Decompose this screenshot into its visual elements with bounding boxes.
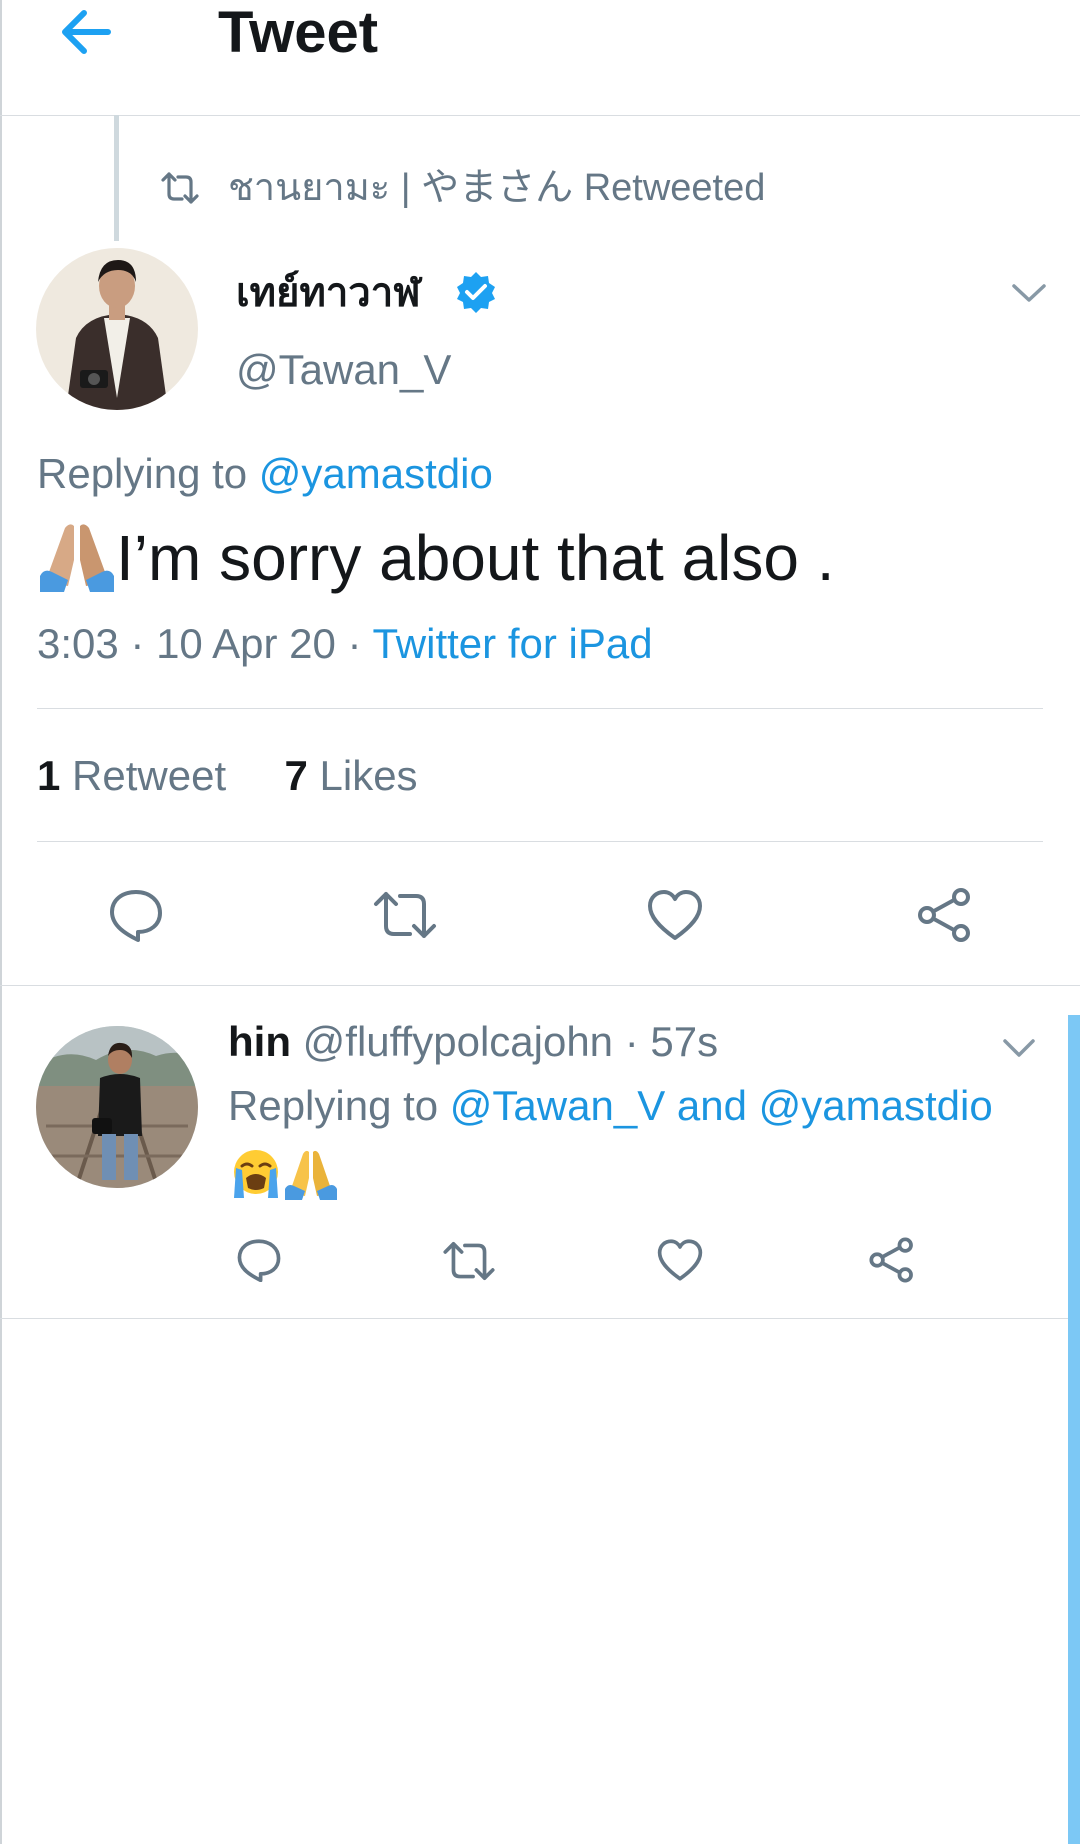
retweets-count: 1 (37, 752, 61, 799)
retweets-label: Retweet (72, 752, 227, 799)
reply-replying-prefix: Replying to (228, 1082, 439, 1129)
author-handle[interactable]: @Tawan_V (236, 344, 451, 396)
thread-line (114, 115, 119, 241)
retweet-icon (443, 1241, 495, 1281)
tweet-time[interactable]: 3:03 · 10 Apr 20 · (37, 620, 362, 667)
loudly-crying-face-icon (234, 1150, 278, 1198)
likes-stat[interactable]: 7 Likes (284, 752, 417, 799)
like-button[interactable] (646, 888, 704, 942)
reply-avatar[interactable] (36, 1026, 198, 1188)
window-edge (0, 0, 2, 1844)
retweet-icon (374, 892, 436, 938)
likes-label: Likes (319, 752, 418, 799)
scroll-indicator (1068, 1015, 1080, 1844)
reply-button[interactable] (108, 888, 164, 942)
reply-icon (237, 1239, 281, 1282)
reply-icon (110, 890, 162, 942)
replying-to-line: Replying to @yamastdio (37, 448, 493, 500)
retweet-context-text[interactable]: ชานยามะ | やまさん Retweeted (228, 164, 765, 212)
retweet-icon (160, 172, 200, 204)
arrow-left-icon (62, 10, 111, 54)
chevron-down-icon[interactable] (1001, 1036, 1037, 1060)
reply-header: hin @fluffypolcajohn · 57s (228, 1016, 718, 1068)
retweets-stat[interactable]: 1 Retweet (37, 752, 226, 799)
mention-link[interactable]: @yamastdio (759, 1082, 993, 1129)
tweet-body-text: I’m sorry about that also . (116, 522, 835, 594)
reply-author-handle[interactable]: @fluffypolcajohn (303, 1018, 613, 1065)
and-word: and (676, 1082, 747, 1129)
divider (0, 985, 1080, 986)
engagement-counts: 1 Retweet 7 Likes (37, 750, 418, 802)
divider (37, 841, 1043, 842)
share-button[interactable] (916, 886, 974, 944)
divider (37, 708, 1043, 709)
reply-reply-button[interactable] (236, 1238, 282, 1282)
replying-prefix: Replying to (37, 450, 248, 497)
like-icon (657, 1239, 703, 1281)
tweet-meta: 3:03 · 10 Apr 20 · Twitter for iPad (37, 618, 653, 670)
likes-count: 7 (284, 752, 308, 799)
folded-hands-icon (285, 1150, 338, 1200)
mention-link[interactable]: @Tawan_V (450, 1082, 665, 1129)
reply-text (230, 1148, 338, 1204)
share-icon (918, 888, 970, 942)
retweet-button[interactable] (372, 890, 438, 940)
mention-link[interactable]: @yamastdio (259, 450, 493, 497)
reply-like-button[interactable] (656, 1238, 704, 1282)
reply-author-name[interactable]: hin (228, 1018, 291, 1065)
verified-badge-icon (454, 270, 498, 314)
tweet-source-link[interactable]: Twitter for iPad (372, 620, 652, 667)
reply-share-button[interactable] (868, 1236, 916, 1284)
author-name[interactable]: เทย์ทาวาฬ (236, 268, 421, 318)
tweet-text: I’m sorry about that also . (38, 520, 835, 596)
page-title: Tweet (218, 0, 379, 65)
reply-retweet-button[interactable] (442, 1240, 496, 1282)
folded-hands-icon (40, 524, 114, 592)
reply-time: · 57s (624, 1018, 719, 1065)
reply-replying-to-line: Replying to @Tawan_V and @yamastdio (228, 1080, 993, 1132)
top-bar: Tweet (0, 0, 1080, 116)
chevron-down-icon[interactable] (1010, 280, 1048, 306)
share-icon (869, 1237, 913, 1283)
like-icon (648, 890, 702, 940)
divider (0, 1318, 1080, 1319)
author-avatar[interactable] (36, 248, 198, 410)
back-button[interactable] (58, 8, 114, 56)
